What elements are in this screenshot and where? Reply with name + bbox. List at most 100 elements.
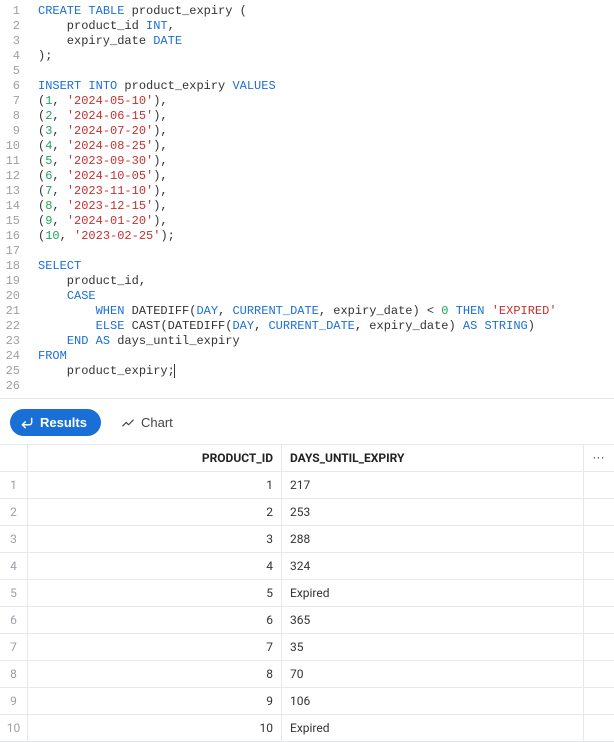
editor-line[interactable]: 14(8, '2023-12-15'), <box>0 199 614 214</box>
col-header-days-until-expiry[interactable]: DAYS_UNTIL_EXPIRY <box>282 445 584 471</box>
table-row[interactable]: 8870 <box>0 661 614 688</box>
line-number: 6 <box>0 79 38 94</box>
results-tab[interactable]: Results <box>10 409 101 436</box>
line-number: 1 <box>0 4 38 19</box>
line-number: 15 <box>0 214 38 229</box>
row-number: 7 <box>0 634 28 660</box>
col-header-product-id[interactable]: PRODUCT_ID <box>28 445 282 471</box>
line-code[interactable]: FROM <box>38 349 614 364</box>
cell-product-id: 8 <box>28 661 282 687</box>
editor-line[interactable]: 3 expiry_date DATE <box>0 34 614 49</box>
editor-line[interactable]: 7(1, '2024-05-10'), <box>0 94 614 109</box>
line-code[interactable]: (10, '2023-02-25'); <box>38 229 614 244</box>
editor-line[interactable]: 20 CASE <box>0 289 614 304</box>
cell-days-until-expiry: 35 <box>282 634 584 660</box>
table-row[interactable]: 66365 <box>0 607 614 634</box>
line-number: 9 <box>0 124 38 139</box>
line-code[interactable] <box>38 244 614 259</box>
line-code[interactable]: (6, '2024-10-05'), <box>38 169 614 184</box>
row-number: 1 <box>0 472 28 498</box>
line-code[interactable]: product_id INT, <box>38 19 614 34</box>
editor-line[interactable]: 4); <box>0 49 614 64</box>
editor-line[interactable]: 12(6, '2024-10-05'), <box>0 169 614 184</box>
line-number: 13 <box>0 184 38 199</box>
line-code[interactable]: ELSE CAST(DATEDIFF(DAY, CURRENT_DATE, ex… <box>38 319 614 334</box>
line-number: 23 <box>0 334 38 349</box>
editor-line[interactable]: 16(10, '2023-02-25'); <box>0 229 614 244</box>
results-tab-label: Results <box>40 415 87 430</box>
row-number: 3 <box>0 526 28 552</box>
table-row[interactable]: 1010Expired <box>0 715 614 742</box>
editor-line[interactable]: 23 END AS days_until_expiry <box>0 334 614 349</box>
line-code[interactable]: product_expiry; <box>38 364 614 379</box>
editor-line[interactable]: 24FROM <box>0 349 614 364</box>
return-arrow-icon <box>20 416 34 430</box>
editor-line[interactable]: 11(5, '2023-09-30'), <box>0 154 614 169</box>
line-code[interactable]: (8, '2023-12-15'), <box>38 199 614 214</box>
editor-line[interactable]: 21 WHEN DATEDIFF(DAY, CURRENT_DATE, expi… <box>0 304 614 319</box>
editor-line[interactable]: 13(7, '2023-11-10'), <box>0 184 614 199</box>
editor-line[interactable]: 22 ELSE CAST(DATEDIFF(DAY, CURRENT_DATE,… <box>0 319 614 334</box>
line-code[interactable]: INSERT INTO product_expiry VALUES <box>38 79 614 94</box>
line-code[interactable]: CASE <box>38 289 614 304</box>
line-code[interactable]: (9, '2024-01-20'), <box>38 214 614 229</box>
table-row[interactable]: 7735 <box>0 634 614 661</box>
grid-body: 1121722253332884432455Expired66365773588… <box>0 472 614 742</box>
editor-line[interactable]: 25 product_expiry; <box>0 364 614 379</box>
line-code[interactable]: WHEN DATEDIFF(DAY, CURRENT_DATE, expiry_… <box>38 304 614 319</box>
editor-line[interactable]: 10(4, '2024-08-25'), <box>0 139 614 154</box>
line-code[interactable]: END AS days_until_expiry <box>38 334 614 349</box>
table-row[interactable]: 11217 <box>0 472 614 499</box>
cell-days-until-expiry: 288 <box>282 526 584 552</box>
line-code[interactable] <box>38 64 614 79</box>
line-code[interactable]: expiry_date DATE <box>38 34 614 49</box>
cell-days-until-expiry: 106 <box>282 688 584 714</box>
row-number: 5 <box>0 580 28 606</box>
editor-line[interactable]: 2 product_id INT, <box>0 19 614 34</box>
row-number: 8 <box>0 661 28 687</box>
editor-line[interactable]: 17 <box>0 244 614 259</box>
editor-line[interactable]: 19 product_id, <box>0 274 614 289</box>
line-code[interactable] <box>38 379 614 394</box>
cell-days-until-expiry: 253 <box>282 499 584 525</box>
line-code[interactable]: (4, '2024-08-25'), <box>38 139 614 154</box>
editor-line[interactable]: 1CREATE TABLE product_expiry ( <box>0 4 614 19</box>
line-number: 3 <box>0 34 38 49</box>
line-code[interactable]: SELECT <box>38 259 614 274</box>
table-row[interactable]: 33288 <box>0 526 614 553</box>
line-number: 21 <box>0 304 38 319</box>
table-row[interactable]: 99106 <box>0 688 614 715</box>
line-number: 11 <box>0 154 38 169</box>
editor-line[interactable]: 15(9, '2024-01-20'), <box>0 214 614 229</box>
table-row[interactable]: 55Expired <box>0 580 614 607</box>
editor-line[interactable]: 9(3, '2024-07-20'), <box>0 124 614 139</box>
editor-line[interactable]: 8(2, '2024-06-15'), <box>0 109 614 124</box>
editor-line[interactable]: 18SELECT <box>0 259 614 274</box>
results-grid: PRODUCT_ID DAYS_UNTIL_EXPIRY ··· 1121722… <box>0 444 614 742</box>
editor-line[interactable]: 6INSERT INTO product_expiry VALUES <box>0 79 614 94</box>
table-row[interactable]: 22253 <box>0 499 614 526</box>
editor-line[interactable]: 26 <box>0 379 614 394</box>
line-code[interactable]: (7, '2023-11-10'), <box>38 184 614 199</box>
line-code[interactable]: (3, '2024-07-20'), <box>38 124 614 139</box>
grid-header: PRODUCT_ID DAYS_UNTIL_EXPIRY ··· <box>0 445 614 472</box>
table-row[interactable]: 44324 <box>0 553 614 580</box>
editor-line[interactable]: 5 <box>0 64 614 79</box>
cell-product-id: 10 <box>28 715 282 741</box>
row-number-header <box>0 445 28 471</box>
chart-tab[interactable]: Chart <box>109 409 185 436</box>
sql-editor[interactable]: 1CREATE TABLE product_expiry (2 product_… <box>0 0 614 398</box>
line-code[interactable]: ); <box>38 49 614 64</box>
line-code[interactable]: (2, '2024-06-15'), <box>38 109 614 124</box>
line-code[interactable]: product_id, <box>38 274 614 289</box>
col-overflow-icon[interactable]: ··· <box>584 445 614 471</box>
line-code[interactable]: (1, '2024-05-10'), <box>38 94 614 109</box>
line-code[interactable]: (5, '2023-09-30'), <box>38 154 614 169</box>
line-number: 24 <box>0 349 38 364</box>
cell-product-id: 6 <box>28 607 282 633</box>
line-number: 18 <box>0 259 38 274</box>
line-number: 25 <box>0 364 38 379</box>
line-number: 5 <box>0 64 38 79</box>
line-code[interactable]: CREATE TABLE product_expiry ( <box>38 4 614 19</box>
row-number: 9 <box>0 688 28 714</box>
